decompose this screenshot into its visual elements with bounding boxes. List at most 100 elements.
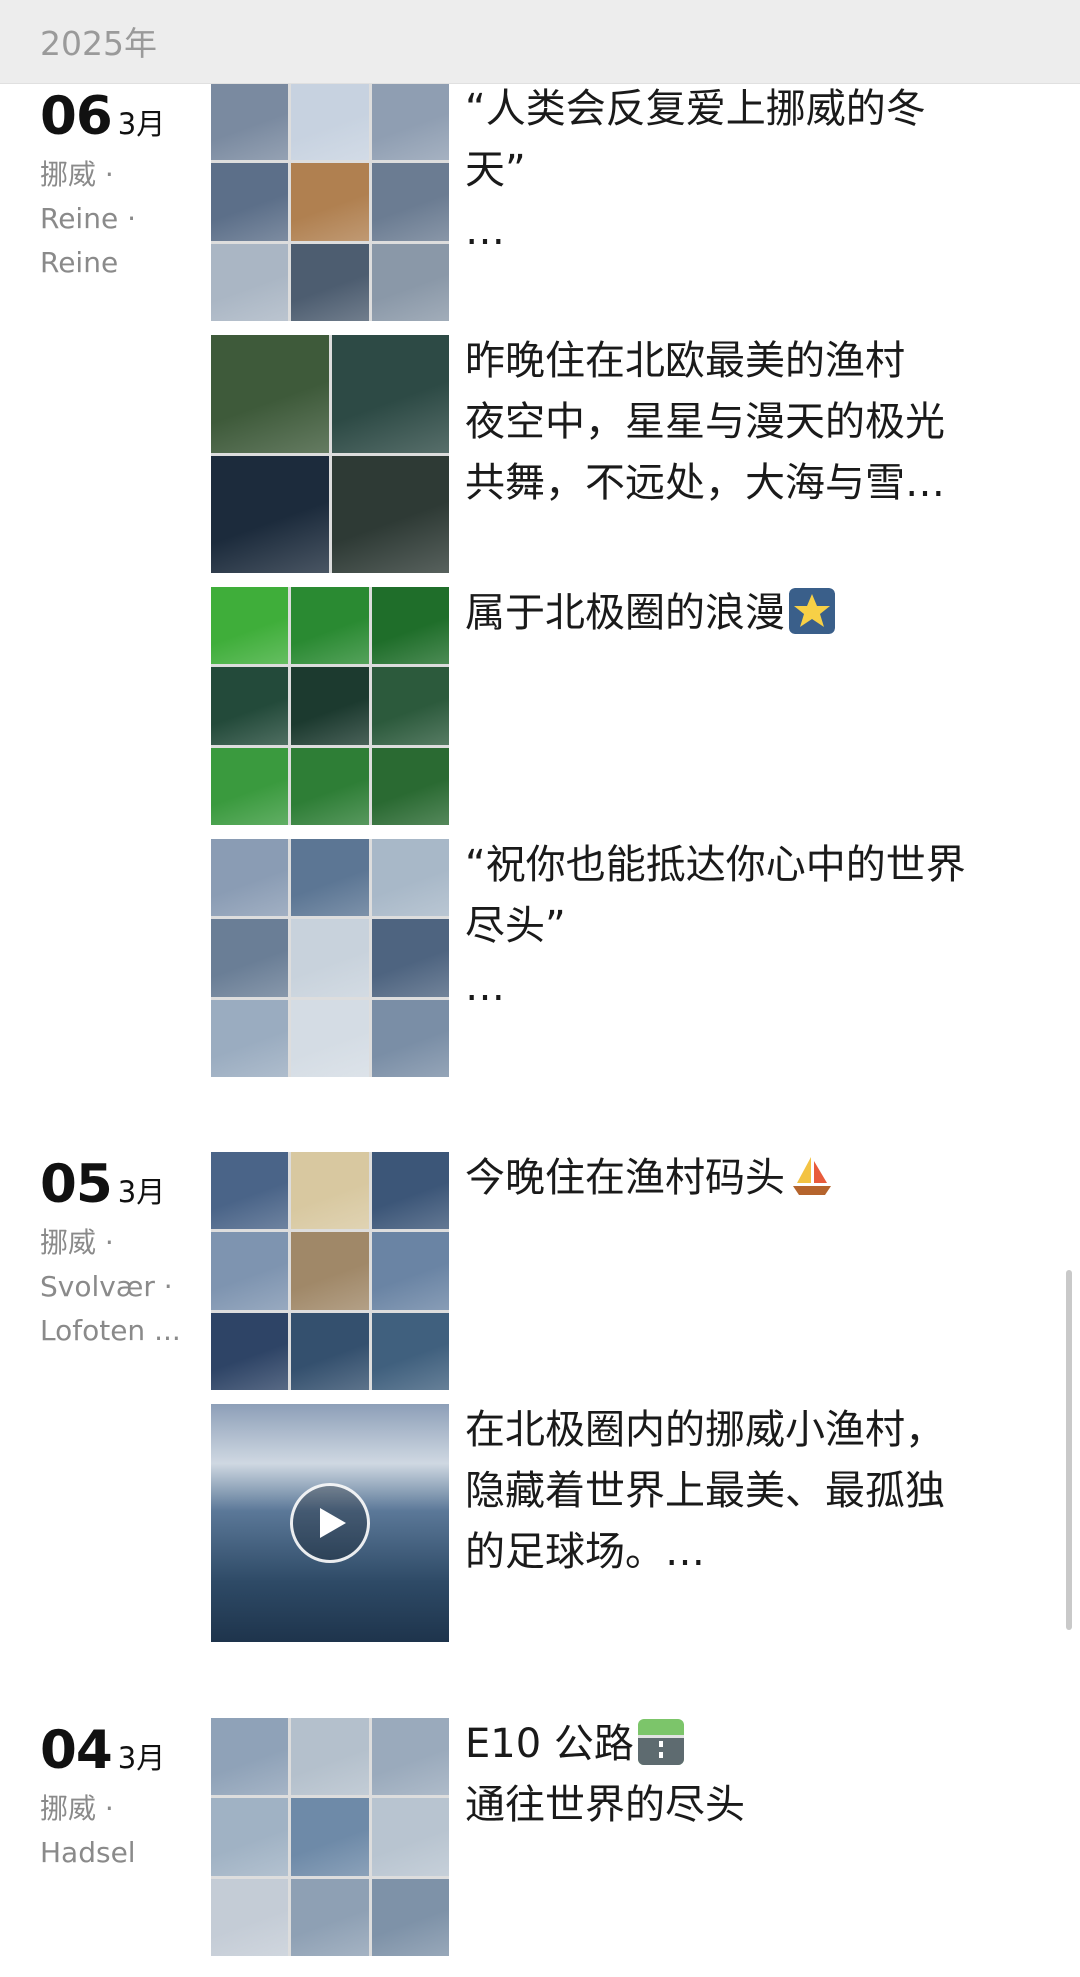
- photo-grid[interactable]: [211, 83, 449, 321]
- photo-thumbnail[interactable]: [291, 1878, 369, 1956]
- post-caption-line: 通往世界的尽头: [465, 1782, 745, 1828]
- road-icon: [634, 1719, 684, 1767]
- image-grid: [211, 83, 449, 321]
- location: 挪威 · Svolvær · Lofoten ...: [40, 1221, 181, 1353]
- photo-thumbnail[interactable]: [211, 1232, 289, 1310]
- year-header: 2025年: [0, 0, 1080, 83]
- photo-thumbnail[interactable]: [211, 83, 289, 161]
- photo-thumbnail[interactable]: [371, 83, 449, 161]
- photo-thumbnail[interactable]: [371, 839, 449, 917]
- photo-thumbnail[interactable]: [211, 919, 289, 997]
- photo-grid[interactable]: [211, 587, 449, 825]
- photo-thumbnail[interactable]: [371, 587, 449, 665]
- photo-thumbnail[interactable]: [211, 1878, 289, 1956]
- scrollbar[interactable]: [1066, 1270, 1072, 1630]
- location-line: Svolvær ·: [40, 1270, 173, 1303]
- photo-thumbnail[interactable]: [371, 1798, 449, 1876]
- location-line: 挪威 ·: [40, 1792, 114, 1825]
- location-line: 挪威 ·: [40, 158, 114, 191]
- photo-thumbnail[interactable]: [211, 999, 289, 1077]
- date-block: 04 3月 挪威 · Hadsel: [40, 1720, 165, 1875]
- photo-thumbnail[interactable]: [371, 1718, 449, 1796]
- post-caption: 今晚住在渔村码头: [465, 1155, 785, 1201]
- photo-thumbnail[interactable]: [211, 1798, 289, 1876]
- post-text: 在北极圈内的挪威小渔村， 隐藏着世界上最美、最孤独 的足球场。…: [465, 1400, 1025, 1583]
- photo-thumbnail[interactable]: [211, 1152, 289, 1230]
- photo-thumbnail[interactable]: [371, 1152, 449, 1230]
- photo-thumbnail[interactable]: [211, 335, 329, 453]
- photo-thumbnail[interactable]: [371, 163, 449, 241]
- photo-thumbnail[interactable]: [291, 243, 369, 321]
- date-month: 3月: [117, 1175, 166, 1209]
- image-grid: [211, 587, 449, 825]
- image-grid: [211, 1718, 449, 1956]
- photo-thumbnail[interactable]: [371, 1312, 449, 1390]
- location-line: Lofoten ...: [40, 1314, 181, 1347]
- post-caption: 在北极圈内的挪威小渔村， 隐藏着世界上最美、最孤独 的足球场。…: [465, 1407, 945, 1575]
- date-day: 04: [40, 1720, 113, 1781]
- photo-thumbnail[interactable]: [331, 455, 449, 573]
- location-line: Reine: [40, 246, 119, 279]
- photo-thumbnail[interactable]: [291, 667, 369, 745]
- date-day: 05: [40, 1154, 113, 1215]
- photo-thumbnail[interactable]: [371, 747, 449, 825]
- photo-thumbnail[interactable]: [371, 243, 449, 321]
- photo-thumbnail[interactable]: [291, 1718, 369, 1796]
- photo-thumbnail[interactable]: [291, 1152, 369, 1230]
- play-icon[interactable]: [290, 1483, 370, 1563]
- date-day: 06: [40, 86, 113, 147]
- photo-thumbnail[interactable]: [371, 999, 449, 1077]
- photo-thumbnail[interactable]: [211, 1312, 289, 1390]
- photo-thumbnail[interactable]: [291, 163, 369, 241]
- location-line: Hadsel: [40, 1836, 136, 1869]
- photo-thumbnail[interactable]: [291, 1312, 369, 1390]
- date-month: 3月: [117, 1741, 166, 1775]
- date-block: 05 3月 挪威 · Svolvær · Lofoten ...: [40, 1154, 181, 1353]
- photo-thumbnail[interactable]: [211, 667, 289, 745]
- photo-thumbnail[interactable]: [291, 919, 369, 997]
- year-label: 2025年: [40, 24, 157, 63]
- photo-thumbnail[interactable]: [211, 839, 289, 917]
- post-text: 昨晚住在北欧最美的渔村 夜空中，星星与漫天的极光 共舞，不远处，大海与雪…: [465, 331, 1025, 514]
- image-grid: [211, 1152, 449, 1390]
- photo-thumbnail[interactable]: [371, 667, 449, 745]
- photo-thumbnail[interactable]: [291, 747, 369, 825]
- photo-thumbnail[interactable]: [291, 587, 369, 665]
- date-block: 06 3月 挪威 · Reine · Reine: [40, 86, 165, 285]
- photo-thumbnail[interactable]: [211, 1718, 289, 1796]
- photo-thumbnail[interactable]: [291, 1798, 369, 1876]
- photo-thumbnail[interactable]: [211, 587, 289, 665]
- post-caption-line: E10 公路: [465, 1721, 634, 1767]
- image-grid: [211, 335, 449, 573]
- star-icon: [785, 588, 835, 636]
- photo-grid[interactable]: [211, 335, 449, 573]
- post-text: 属于北极圈的浪漫: [465, 583, 1025, 644]
- post-caption: 昨晚住在北欧最美的渔村 夜空中，星星与漫天的极光 共舞，不远处，大海与雪…: [465, 338, 945, 506]
- photo-thumbnail[interactable]: [291, 839, 369, 917]
- post-caption: “祝你也能抵达你心中的世界 尽头” …: [465, 842, 966, 1010]
- photo-thumbnail[interactable]: [291, 999, 369, 1077]
- sailboat-icon: [785, 1155, 835, 1201]
- photo-thumbnail[interactable]: [211, 163, 289, 241]
- photo-thumbnail[interactable]: [211, 455, 329, 573]
- photo-thumbnail[interactable]: [371, 1232, 449, 1310]
- location-line: Reine ·: [40, 202, 136, 235]
- photo-grid[interactable]: [211, 1152, 449, 1390]
- date-line: 06 3月: [40, 86, 165, 147]
- location: 挪威 · Hadsel: [40, 1787, 165, 1875]
- photo-thumbnail[interactable]: [211, 243, 289, 321]
- photo-thumbnail[interactable]: [211, 747, 289, 825]
- photo-grid[interactable]: [211, 1718, 449, 1956]
- photo-grid[interactable]: [211, 839, 449, 1077]
- photo-thumbnail[interactable]: [331, 335, 449, 453]
- photo-thumbnail[interactable]: [371, 1878, 449, 1956]
- post-text: “人类会反复爱上挪威的冬 天” …: [465, 79, 1025, 262]
- date-line: 05 3月: [40, 1154, 181, 1215]
- photo-thumbnail[interactable]: [371, 919, 449, 997]
- date-month: 3月: [117, 107, 166, 141]
- video-thumbnail[interactable]: [211, 1404, 449, 1642]
- post-text: 今晚住在渔村码头: [465, 1148, 1025, 1209]
- photo-thumbnail[interactable]: [291, 1232, 369, 1310]
- post-caption: 属于北极圈的浪漫: [465, 590, 785, 636]
- photo-thumbnail[interactable]: [291, 83, 369, 161]
